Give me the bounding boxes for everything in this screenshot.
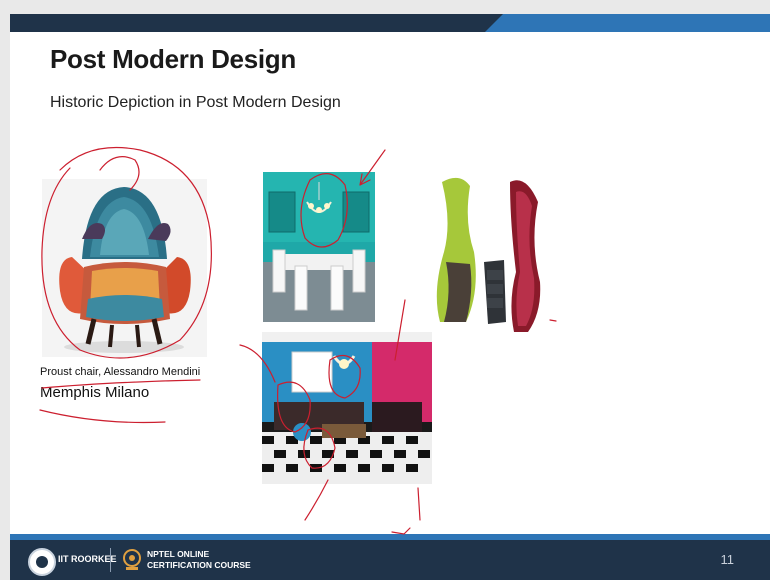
top-bar-accent <box>485 14 770 32</box>
nptel-line2: CERTIFICATION COURSE <box>147 560 251 570</box>
page-number: 11 <box>720 552 735 567</box>
slide: Post Modern Design Historic Depiction in… <box>10 14 770 580</box>
nptel-logo <box>122 548 142 572</box>
iit-logo-center <box>36 556 48 568</box>
dining-room-image <box>263 172 375 322</box>
iit-label: IIT ROORKEE <box>58 554 117 564</box>
proust-chair-image <box>42 179 207 357</box>
nptel-text: NPTEL ONLINE CERTIFICATION COURSE <box>147 549 251 571</box>
chair-designer-caption: Memphis Milano <box>40 384 150 401</box>
footer: IIT ROORKEE NPTEL ONLINE CERTIFICATION C… <box>10 540 770 580</box>
slide-subtitle: Historic Depiction in Post Modern Design <box>50 94 341 111</box>
footer-divider <box>110 548 111 572</box>
nptel-line1: NPTEL ONLINE <box>147 549 210 559</box>
chair-caption: Proust chair, Alessandro Mendini <box>40 366 201 378</box>
iit-roorkee-logo <box>28 548 56 576</box>
living-room-image <box>262 332 432 484</box>
curved-shelves-image <box>430 172 550 332</box>
slide-title: Post Modern Design <box>50 44 296 74</box>
